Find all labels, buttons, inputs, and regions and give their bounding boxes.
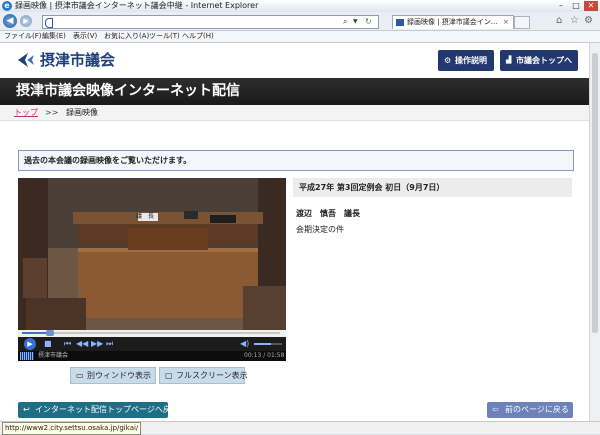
return-top-page-label: インターネット配信トップページへ戻る <box>35 405 179 414</box>
seek-track <box>22 332 280 334</box>
page-content: 摂津市議会 ⚙ 操作説明 ▟ 市議会トップへ 摂津市議会映像インターネット配信 … <box>0 43 589 421</box>
fullscreen-icon: ▢ <box>165 371 173 380</box>
breadcrumb: トップ >> 録画映像 <box>0 105 589 121</box>
stop-button[interactable]: ■ <box>44 337 52 351</box>
close-window-button[interactable]: ✕ <box>584 1 598 11</box>
rewind-icon[interactable]: ◀◀ <box>76 337 88 351</box>
site-title[interactable]: 摂津市議会 <box>40 51 115 69</box>
dropdown-icon[interactable]: ▼ <box>353 16 358 28</box>
meeting-title: 平成27年 第3回定例会 初日（9月7日） <box>299 183 445 192</box>
back-arrow-icon: ⇦ <box>492 405 499 414</box>
back-icon[interactable]: ◀ <box>3 14 17 28</box>
tools-icon[interactable]: ⚙ <box>584 15 593 27</box>
play-button[interactable]: ▶ <box>24 338 36 350</box>
maximize-button[interactable]: □ <box>569 1 583 11</box>
breadcrumb-separator: >> <box>45 108 59 117</box>
council-top-button[interactable]: ▟ 市議会トップへ <box>500 50 578 71</box>
menu-view[interactable]: 表示(V) <box>73 31 97 42</box>
menu-favorites[interactable]: お気に入り(A) <box>104 31 149 42</box>
separate-window-button[interactable]: ▭ 別ウィンドウ表示 <box>70 367 156 384</box>
player-controls: ▶ ■ ⏮ ◀◀ ▶▶ ⏭ ◀) <box>18 337 286 351</box>
status-url: http://www2.city.settsu.osaka.jp/gikai/ <box>2 422 142 435</box>
council-top-button-label: 市議会トップへ <box>516 56 572 65</box>
player-channel-label: 摂津市議会 <box>38 352 69 359</box>
meeting-title-bar: 平成27年 第3回定例会 初日（9月7日） <box>293 178 572 197</box>
notice-text: 過去の本会議の録画映像をご覧いただけます。 <box>24 156 192 165</box>
page-banner: 摂津市議会映像インターネット配信 <box>0 78 589 105</box>
breadcrumb-top-link[interactable]: トップ <box>14 105 38 120</box>
notice-box: 過去の本会議の録画映像をご覧いただけます。 <box>18 150 574 171</box>
previous-page-label: 前のページに戻る <box>505 405 569 414</box>
address-bar[interactable]: ⌕ ▼ ↻ <box>42 15 379 29</box>
menu-edit[interactable]: 編集(E) <box>42 31 66 42</box>
tab-title: 録画映像 | 摂津市議会イン... <box>407 18 498 26</box>
volume-level <box>254 343 271 345</box>
podium-nameplate: 議 長 <box>136 213 155 220</box>
previous-icon[interactable]: ⏮ <box>64 337 71 351</box>
player-time: 00:13 / 01:58 <box>244 352 285 359</box>
menu-bar: ファイル(F) 編集(E) 表示(V) お気に入り(A) ツール(T) ヘルプ(… <box>0 31 600 43</box>
new-tab-button[interactable] <box>514 16 530 29</box>
fullscreen-label: フルスクリーン表示 <box>176 371 248 380</box>
breadcrumb-current: 録画映像 <box>66 108 98 117</box>
tab-favicon <box>396 19 404 26</box>
scrollbar-thumb[interactable] <box>592 53 598 333</box>
gear-icon: ⚙ <box>444 56 452 65</box>
return-top-page-button[interactable]: ↩ インターネット配信トップページへ戻る <box>18 402 179 418</box>
player-info-bar: 摂津市議会 00:13 / 01:58 <box>18 351 286 361</box>
menu-file[interactable]: ファイル(F) <box>4 31 42 42</box>
agenda-item: 会期決定の件 <box>296 225 344 234</box>
volume-icon[interactable]: ◀) <box>240 337 249 351</box>
ie-logo-icon: e <box>2 1 12 11</box>
help-button-label: 操作説明 <box>455 56 487 65</box>
page-icon <box>45 18 53 28</box>
seek-bar[interactable] <box>18 330 286 337</box>
refresh-icon[interactable]: ↻ <box>365 16 372 28</box>
seek-handle[interactable] <box>46 330 54 336</box>
help-button[interactable]: ⚙ 操作説明 <box>438 50 494 71</box>
window-title: 録画映像 | 摂津市議会インターネット議会中継 - Internet Explo… <box>15 1 259 10</box>
fast-forward-icon[interactable]: ▶▶ <box>91 337 103 351</box>
previous-page-button[interactable]: ⇦ 前のページに戻る <box>487 402 573 418</box>
building-icon: ▟ <box>506 56 512 64</box>
forward-icon[interactable]: ▶ <box>20 15 32 27</box>
return-arrow-icon: ↩ <box>23 405 30 414</box>
home-icon[interactable]: ⌂ <box>556 15 562 27</box>
logo-icon <box>18 53 34 67</box>
tab-close-icon[interactable]: × <box>503 16 509 29</box>
fullscreen-button[interactable]: ▢ フルスクリーン表示 <box>159 367 248 384</box>
council-chamber-image <box>18 178 286 330</box>
next-icon[interactable]: ⏭ <box>106 337 113 351</box>
page-title: 摂津市議会映像インターネット配信 <box>16 83 240 99</box>
menu-tools[interactable]: ツール(T) <box>149 31 180 42</box>
separate-window-label: 別ウィンドウ表示 <box>87 371 151 380</box>
browser-tab[interactable]: 録画映像 | 摂津市議会イン... × <box>392 15 514 29</box>
search-icon[interactable]: ⌕ <box>343 16 347 28</box>
media-logo-icon <box>20 352 34 360</box>
address-row: ◀ ▶ ⌕ ▼ ↻ 録画映像 | 摂津市議会イン... × ⌂ ☆ ⚙ <box>0 12 600 31</box>
window-icon: ▭ <box>76 371 84 380</box>
minimize-button[interactable]: – <box>554 1 568 11</box>
favorites-icon[interactable]: ☆ <box>570 15 579 27</box>
video-frame[interactable]: 議 長 <box>18 178 286 330</box>
status-bar: http://www2.city.settsu.osaka.jp/gikai/ <box>0 421 600 435</box>
menu-help[interactable]: ヘルプ(H) <box>182 31 214 42</box>
speaker-name: 渡辺 慎吾 議長 <box>296 209 360 218</box>
vertical-scrollbar[interactable] <box>589 43 600 421</box>
